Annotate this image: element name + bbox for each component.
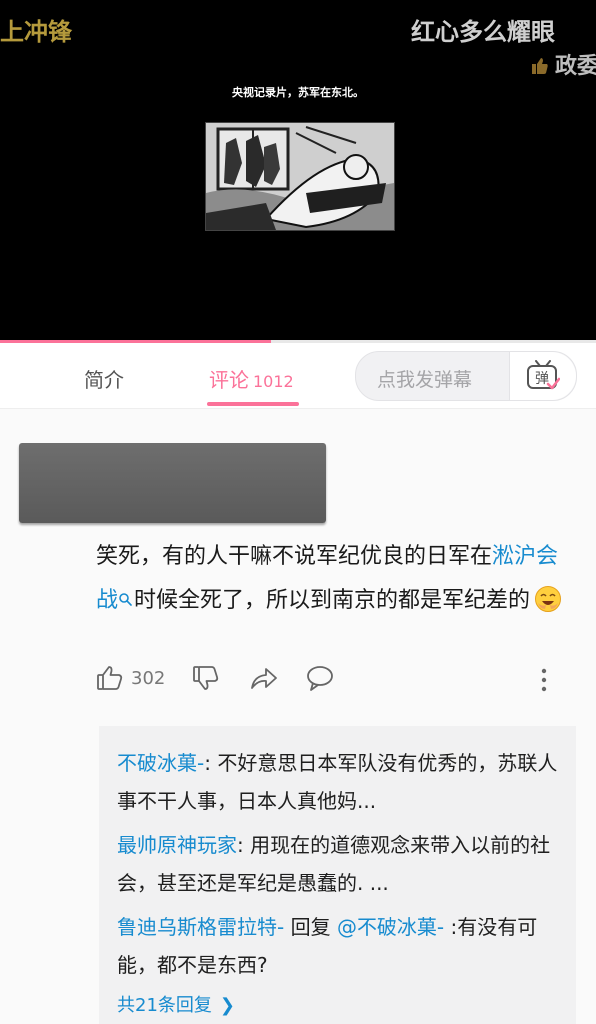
danmaku-text: 政委 <box>555 54 596 79</box>
video-frame <box>205 122 395 231</box>
reply-username[interactable]: 不破冰菓- <box>117 751 204 775</box>
video-caption: 央视记录片，苏军在东北。 <box>232 86 364 99</box>
thumb-up-icon <box>97 666 123 690</box>
video-progress-fill <box>0 340 272 343</box>
view-all-replies-label: 共21条回复 <box>117 995 212 1016</box>
danmaku-tv-icon: 弹 <box>527 360 560 390</box>
comment-count: 1012 <box>253 372 294 391</box>
reply-button[interactable] <box>306 664 334 692</box>
reply-separator: : <box>204 751 218 775</box>
danmaku-icon-glyph: 弹 <box>535 371 549 387</box>
video-player[interactable]: 上冲锋 红心多么耀眼 政委 央视记录片，苏军在东北。 <box>0 0 596 343</box>
reply-preview-box[interactable]: 不破冰菓-: 不好意思日本军队没有优秀的，苏联人事不干人事，日本人真他妈... … <box>99 726 576 1024</box>
thumb-up-icon <box>532 58 548 74</box>
reply-item[interactable]: 鲁迪乌斯格雷拉特- 回复 @不破冰菓- :有没有可能，都不是东西? <box>117 908 562 984</box>
comment-body: 笑死，有的人干嘛不说军纪优良的日军在淞沪会战 时候全死了，所以到南京的都是军纪差的 <box>96 535 576 623</box>
danmaku-input-placeholder: 点我发弹幕 <box>377 369 473 391</box>
danmaku-toggle-button[interactable]: 弹 <box>509 352 576 400</box>
reply-username[interactable]: 最帅原神玩家 <box>117 833 237 857</box>
more-options-button[interactable] <box>536 666 552 694</box>
video-progress-bar[interactable] <box>0 340 596 343</box>
share-button[interactable] <box>249 664 279 692</box>
danmaku-comment: 政委 <box>531 48 596 80</box>
view-all-replies-link[interactable]: 共21条回复 ❯ <box>117 991 235 1017</box>
reply-item[interactable]: 最帅原神玩家: 用现在的道德观念来带入以前的社会，甚至还是军纪是愚蠢的. ... <box>117 826 562 902</box>
danmaku-comment: 红心多么耀眼 <box>411 18 555 46</box>
danmaku-input[interactable]: 点我发弹幕 弹 <box>355 351 577 401</box>
reply-mention[interactable]: @不破冰菓- <box>337 915 444 939</box>
tab-comments[interactable]: 评论 1012 <box>209 364 294 393</box>
reply-word: 回复 <box>284 915 337 939</box>
chevron-right-icon: ❯ <box>219 995 235 1016</box>
reply-separator: : <box>237 833 251 857</box>
dislike-button[interactable] <box>192 664 220 692</box>
share-icon <box>251 668 277 689</box>
comment-text: 时候全死了，所以到南京的都是军纪差的 <box>134 588 531 613</box>
comment-text: 笑死，有的人干嘛不说军纪优良的日军在 <box>96 544 493 569</box>
danmaku-comment: 上冲锋 <box>0 18 72 46</box>
more-vertical-icon <box>541 668 547 692</box>
reply-item[interactable]: 不破冰菓-: 不好意思日本军队没有优秀的，苏联人事不干人事，日本人真他妈... <box>117 744 562 820</box>
comment-actions: 302 <box>96 664 566 698</box>
redacted-user-info <box>19 443 326 523</box>
tab-comments-label: 评论 <box>209 368 249 392</box>
laughing-emoji-icon <box>535 586 562 612</box>
like-button[interactable] <box>96 664 124 692</box>
like-count: 302 <box>131 668 166 689</box>
tab-intro[interactable]: 简介 <box>84 364 124 393</box>
thumb-down-icon <box>193 666 219 690</box>
active-tab-indicator <box>207 402 299 406</box>
search-icon <box>119 593 132 606</box>
reply-bubble-icon <box>307 666 333 691</box>
tab-bar: 简介 评论 1012 点我发弹幕 弹 <box>0 344 596 409</box>
reply-username[interactable]: 鲁迪乌斯格雷拉特- <box>117 915 284 939</box>
